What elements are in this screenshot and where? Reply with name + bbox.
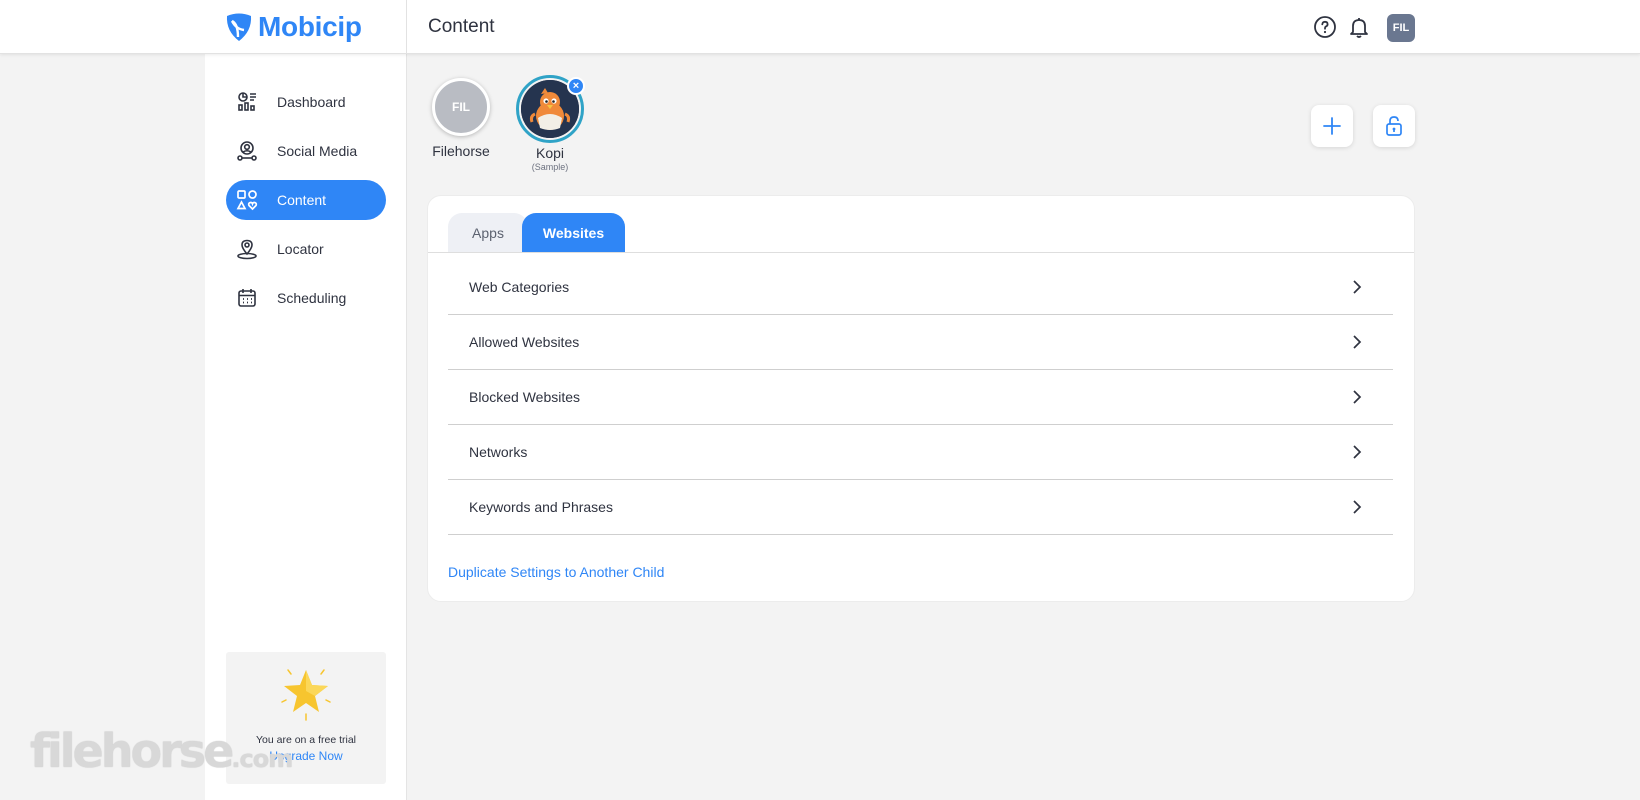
watermark-suffix: .com — [231, 745, 293, 773]
sidebar-item-label: Locator — [277, 241, 324, 257]
brand-name: Mobicip — [258, 11, 362, 42]
notification-bell-icon[interactable] — [1347, 15, 1371, 39]
page-title: Content — [428, 16, 495, 37]
calendar-icon — [236, 287, 258, 309]
sidebar-item-label: Scheduling — [277, 290, 347, 306]
dashboard-icon — [236, 91, 258, 113]
lock-button[interactable] — [1373, 105, 1415, 147]
tab-divider — [428, 252, 1414, 253]
sidebar-item-label: Social Media — [277, 143, 358, 159]
profile-kopi[interactable]: × Kopi (Sample) — [514, 75, 586, 172]
row-label: Allowed Websites — [469, 334, 580, 350]
tab-apps[interactable]: Apps — [448, 213, 528, 253]
chevron-right-icon — [1353, 280, 1362, 294]
watermark-text: filehorse — [30, 724, 234, 778]
sidebar-item-label: Content — [277, 192, 327, 208]
row-label: Web Categories — [469, 279, 570, 295]
profile-avatar: FIL — [432, 78, 490, 136]
lock-icon — [1386, 116, 1402, 136]
sidebar-item-content[interactable]: Content — [226, 180, 386, 220]
profile-subtitle: (Sample) — [531, 162, 569, 172]
row-label: Keywords and Phrases — [469, 499, 613, 515]
social-media-icon — [236, 140, 258, 162]
content-settings-card: Apps Websites Web Categories Allowed Web… — [427, 195, 1415, 602]
row-web-categories[interactable]: Web Categories — [448, 260, 1393, 315]
plus-icon — [1323, 117, 1341, 135]
location-pin-icon — [236, 238, 258, 260]
mobicip-logo-icon — [226, 13, 252, 41]
duplicate-settings-link[interactable]: Duplicate Settings to Another Child — [448, 564, 664, 580]
chevron-right-icon — [1353, 335, 1362, 349]
content-icon — [236, 189, 258, 211]
top-bar: Mobicip Content FIL — [0, 0, 1640, 54]
sidebar-item-social-media[interactable]: Social Media — [226, 131, 386, 171]
row-label: Blocked Websites — [469, 389, 581, 405]
row-label: Networks — [469, 444, 528, 460]
add-child-button[interactable] — [1311, 105, 1353, 147]
help-icon[interactable] — [1313, 15, 1337, 39]
profile-avatar-selected: × — [516, 75, 585, 143]
row-blocked-websites[interactable]: Blocked Websites — [448, 370, 1393, 425]
row-keywords-and-phrases[interactable]: Keywords and Phrases — [448, 480, 1393, 535]
row-allowed-websites[interactable]: Allowed Websites — [448, 315, 1393, 370]
chevron-right-icon — [1353, 445, 1362, 459]
topbar-divider — [406, 0, 407, 54]
sidebar: Dashboard Social Media Content Locator S… — [205, 54, 407, 800]
row-networks[interactable]: Networks — [448, 425, 1393, 480]
sidebar-item-locator[interactable]: Locator — [226, 229, 386, 269]
star-icon — [281, 669, 331, 721]
sidebar-item-label: Dashboard — [277, 94, 346, 110]
user-avatar[interactable]: FIL — [1387, 14, 1415, 42]
profile-filehorse[interactable]: FIL Filehorse — [427, 78, 495, 159]
brand-logo[interactable]: Mobicip — [224, 11, 362, 43]
sidebar-item-scheduling[interactable]: Scheduling — [226, 278, 386, 318]
profile-name: Filehorse — [432, 143, 490, 159]
profile-name: Kopi — [535, 145, 565, 161]
chevron-right-icon — [1353, 390, 1362, 404]
tab-websites[interactable]: Websites — [522, 213, 625, 253]
watermark: filehorse.com — [30, 724, 293, 778]
sidebar-item-dashboard[interactable]: Dashboard — [226, 82, 386, 122]
remove-profile-close-icon[interactable]: × — [567, 77, 585, 95]
chevron-right-icon — [1353, 500, 1362, 514]
